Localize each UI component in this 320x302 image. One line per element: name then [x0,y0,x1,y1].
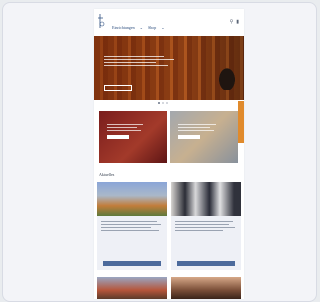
news-more-button[interactable] [177,261,235,266]
top-utility-nav [94,9,244,15]
hero-button[interactable] [104,85,132,91]
hero-banner[interactable] [94,36,244,100]
news-title[interactable] [97,216,167,219]
main-menu: Einrichtungen ⌄ Shop ⌄ [112,23,208,31]
news-more-button[interactable] [103,261,161,266]
menu-item-shop[interactable]: Shop [148,25,156,30]
gallery-image[interactable] [171,277,241,299]
chevron-down-icon[interactable]: ⌄ [140,25,143,30]
feature-card-left[interactable] [99,111,167,163]
hero-image-detail [216,64,238,90]
news-card[interactable] [97,182,167,270]
feature-button[interactable] [107,135,129,139]
preview-card: Einrichtungen ⌄ Shop ⌄ ⚲ ▮ Aktuelles [2,2,317,302]
carousel-dot[interactable] [158,102,160,104]
feature-button[interactable] [178,135,200,139]
side-feedback-tab[interactable] [238,101,244,143]
news-photo [97,182,167,216]
news-photo [171,182,241,216]
news-card[interactable] [171,182,241,270]
news-title[interactable] [171,216,241,219]
feature-card-right[interactable] [170,111,238,163]
website-preview: Einrichtungen ⌄ Shop ⌄ ⚲ ▮ Aktuelles [94,9,244,299]
carousel-dots [158,102,168,104]
search-icon[interactable]: ⚲ [230,19,234,25]
chevron-down-icon[interactable]: ⌄ [161,25,164,30]
menu-item-einrichtungen[interactable]: Einrichtungen [112,25,135,30]
header-icons: ⚲ ▮ [230,19,239,25]
logo-mark-icon [98,14,105,28]
hero-text [104,56,176,68]
gallery-image[interactable] [97,277,167,299]
news-section-title: Aktuelles [99,172,115,177]
image-strip [97,277,241,299]
carousel-dot[interactable] [162,102,164,104]
user-icon[interactable]: ▮ [236,19,239,25]
carousel-dot[interactable] [166,102,168,104]
logo[interactable] [97,13,105,29]
